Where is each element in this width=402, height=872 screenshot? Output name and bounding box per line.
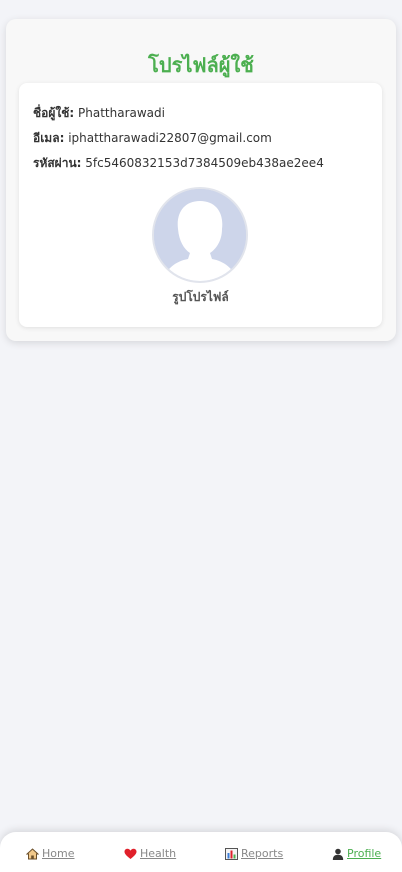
email-row: อีเมล: iphattharawadi22807@gmail.com (33, 129, 272, 148)
nav-health[interactable]: Health (124, 847, 176, 860)
email-label: อีเมล: (33, 131, 65, 145)
house-icon (26, 847, 39, 859)
username-row: ชื่อผู้ใช้: Phattharawadi (33, 104, 165, 123)
nav-home[interactable]: Home (26, 847, 74, 860)
nav-profile-label: Profile (347, 847, 382, 860)
bar-chart-icon (225, 847, 238, 860)
person-icon (332, 848, 344, 860)
nav-profile[interactable]: Profile (332, 847, 381, 860)
password-row: รหัสผ่าน: 5fc5460832153d7384509eb438ae2e… (33, 154, 324, 173)
page-title: โปรไฟล์ผู้ใช้ (148, 53, 254, 77)
password-value: 5fc5460832153d7384509eb438ae2ee4 (85, 156, 324, 170)
nav-reports-label: Reports (241, 847, 284, 860)
avatar-caption: รูปโปรไฟล์ (172, 290, 229, 304)
avatar-silhouette-icon (154, 189, 246, 281)
heart-icon (124, 848, 137, 859)
bottom-nav: Home Health Reports Profile (0, 832, 402, 872)
username-value: Phattharawadi (78, 106, 165, 120)
password-label: รหัสผ่าน: (33, 156, 82, 170)
email-value: iphattharawadi22807@gmail.com (68, 131, 272, 145)
nav-health-label: Health (140, 847, 177, 860)
username-label: ชื่อผู้ใช้: (33, 106, 75, 120)
avatar (152, 187, 248, 283)
nav-home-label: Home (42, 847, 75, 860)
nav-reports[interactable]: Reports (225, 847, 283, 860)
profile-info-card: ชื่อผู้ใช้: Phattharawadi อีเมล: iphatth… (19, 83, 382, 327)
profile-card: โปรไฟล์ผู้ใช้ ชื่อผู้ใช้: Phattharawadi … (6, 19, 396, 341)
